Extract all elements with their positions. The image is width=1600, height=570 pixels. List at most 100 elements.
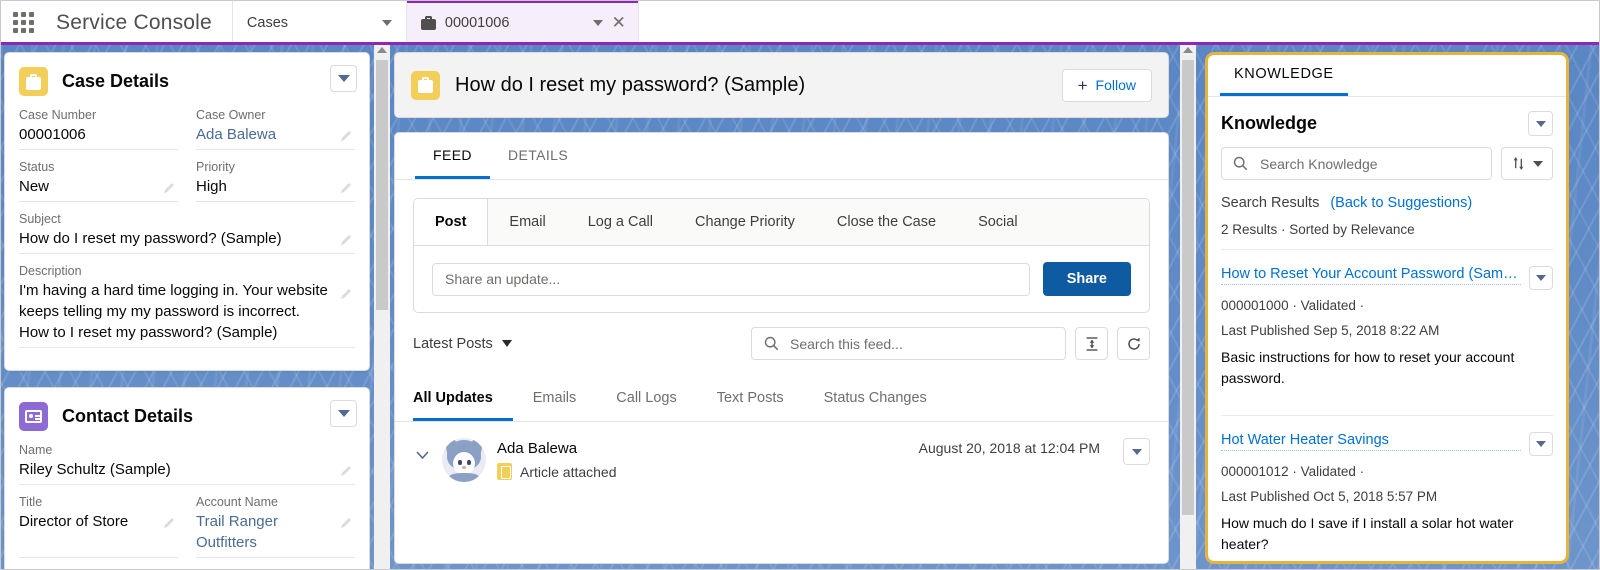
feed-search-box[interactable] (751, 327, 1066, 360)
field-status: Status New (19, 158, 178, 202)
field-value: Director of Store (19, 513, 129, 530)
field-case-owner: Case Owner Ada Balewa (196, 106, 355, 150)
close-icon[interactable]: ✕ (612, 14, 626, 31)
publisher-tab-change-priority[interactable]: Change Priority (674, 199, 816, 245)
feed-item-author[interactable]: Ada Balewa (497, 440, 577, 457)
feed-item-subtext: Article attached (520, 463, 617, 480)
edit-pencil-icon[interactable] (340, 130, 353, 143)
feed-tab-status-changes[interactable]: Status Changes (804, 378, 947, 421)
search-knowledge-input[interactable] (1258, 154, 1480, 173)
follow-button-label: Follow (1095, 77, 1136, 93)
field-value: 00001006 (19, 126, 86, 143)
field-value: High (196, 178, 227, 195)
publisher-body: Share (414, 246, 1149, 312)
left-column: Case Details Case Number 00001006 Case O… (4, 52, 370, 570)
edit-pencil-icon[interactable] (340, 465, 353, 478)
scrollbar-thumb[interactable] (1182, 60, 1194, 515)
record-header: How do I reset my password? (Sample) + F… (394, 52, 1169, 118)
field-priority: Priority High (196, 158, 355, 202)
feed-tab-text-posts[interactable]: Text Posts (697, 378, 804, 421)
knowledge-result-snippet: How much do I save if I install a solar … (1221, 515, 1514, 552)
feed-item: Ada Balewa Article attached August 20, 2… (395, 422, 1168, 482)
chevron-down-icon[interactable] (592, 19, 603, 26)
contact-details-header: Contact Details (5, 388, 369, 441)
edit-pencil-icon[interactable] (340, 517, 353, 530)
feed-tab-call-logs[interactable]: Call Logs (596, 378, 696, 421)
left-column-scrollbar[interactable] (374, 45, 390, 570)
field-value-link[interactable]: Ada Balewa (196, 124, 355, 145)
knowledge-result-snippet: Basic instructions for how to reset your… (1221, 349, 1515, 386)
field-subject: Subject How do I reset my password? (Sam… (19, 210, 355, 254)
app-launcher-grid-icon (12, 12, 34, 33)
knowledge-header: Knowledge (1221, 111, 1553, 136)
knowledge-search-box[interactable] (1221, 147, 1492, 180)
feed-sort-dropdown[interactable]: Latest Posts (413, 336, 512, 352)
feed-search-input[interactable] (788, 334, 1053, 353)
knowledge-result-title-link[interactable]: Hot Water Heater Savings (1221, 432, 1521, 451)
field-value: I'm having a hard time logging in. Your … (19, 282, 328, 341)
tab-feed[interactable]: FEED (415, 133, 490, 179)
field-value: Riley Schultz (Sample) (19, 461, 171, 478)
refresh-icon (1127, 337, 1140, 350)
follow-button[interactable]: + Follow (1061, 68, 1152, 102)
knowledge-result-item: Hot Water Heater Savings 000001012 · Val… (1221, 415, 1553, 561)
edit-pencil-icon[interactable] (340, 234, 353, 247)
feed-item-timestamp: August 20, 2018 at 12:04 PM (918, 440, 1100, 456)
article-icon (497, 463, 512, 480)
collapse-all-button[interactable] (1075, 327, 1108, 360)
console-tab-00001006[interactable]: 00001006 ✕ (406, 0, 639, 45)
field-label: Name (19, 443, 53, 457)
edit-pencil-icon[interactable] (163, 517, 176, 530)
scroll-up-arrow-icon[interactable] (377, 47, 387, 53)
center-column: How do I reset my password? (Sample) + F… (394, 52, 1169, 564)
publisher-tab-social[interactable]: Social (957, 199, 1039, 245)
plus-icon: + (1077, 75, 1088, 95)
knowledge-sort-button[interactable] (1501, 147, 1553, 180)
edit-pencil-icon[interactable] (340, 182, 353, 195)
case-details-fields: Case Number 00001006 Case Owner Ada Bale… (5, 106, 369, 370)
nav-tab-cases[interactable]: Cases (231, 0, 407, 45)
knowledge-result-top: Hot Water Heater Savings (1221, 432, 1553, 456)
case-details-title: Case Details (62, 71, 170, 91)
case-briefcase-icon (411, 70, 440, 100)
field-label: Title (19, 495, 43, 509)
center-column-scrollbar[interactable] (1180, 45, 1196, 570)
edit-pencil-icon[interactable] (340, 288, 353, 301)
feed-item-menu-button[interactable] (1123, 438, 1150, 465)
publisher-tab-log-a-call[interactable]: Log a Call (567, 199, 674, 245)
share-update-input[interactable] (432, 262, 1030, 296)
case-details-disclosure-button[interactable] (330, 65, 357, 92)
contact-card-icon (19, 402, 48, 431)
avatar (442, 438, 486, 482)
knowledge-results-header: Search Results (Back to Suggestions) (1221, 195, 1553, 211)
knowledge-disclosure-button[interactable] (1528, 111, 1553, 136)
feed-tab-all-updates[interactable]: All Updates (413, 378, 513, 421)
field-label: Case Number (19, 108, 97, 122)
publisher-tab-post[interactable]: Post (414, 199, 489, 245)
scroll-up-arrow-icon[interactable] (1183, 47, 1193, 53)
contact-details-disclosure-button[interactable] (330, 400, 357, 427)
knowledge-result-menu-button[interactable] (1529, 432, 1553, 456)
app-launcher-button[interactable] (0, 0, 46, 45)
field-contact-name: Name Riley Schultz (Sample) (19, 441, 355, 485)
share-button[interactable]: Share (1042, 262, 1131, 296)
edit-pencil-icon[interactable] (163, 182, 176, 195)
publisher-tabs: Post Email Log a Call Change Priority Cl… (414, 199, 1149, 246)
scrollbar-thumb[interactable] (376, 60, 388, 310)
chevron-down-icon (337, 410, 350, 417)
knowledge-result-title-link[interactable]: How to Reset Your Account Password (Samp… (1221, 266, 1521, 285)
field-value-link[interactable]: Trail Ranger Outfitters (196, 511, 355, 553)
publisher-tab-email[interactable]: Email (488, 199, 566, 245)
knowledge-result-menu-button[interactable] (1529, 266, 1553, 290)
tab-knowledge[interactable]: KNOWLEDGE (1220, 55, 1348, 96)
field-value: How do I reset my password? (Sample) (19, 230, 282, 247)
chevron-down-icon (1536, 275, 1546, 281)
feed-item-expand-button[interactable] (413, 438, 431, 460)
publisher-tab-close-the-case[interactable]: Close the Case (816, 199, 957, 245)
field-label: Status (19, 160, 55, 174)
back-to-suggestions-link[interactable]: (Back to Suggestions) (1330, 195, 1472, 211)
refresh-button[interactable] (1117, 327, 1150, 360)
tab-details[interactable]: DETAILS (490, 133, 586, 179)
feed-tab-emails[interactable]: Emails (513, 378, 597, 421)
chevron-down-icon (1533, 160, 1543, 167)
